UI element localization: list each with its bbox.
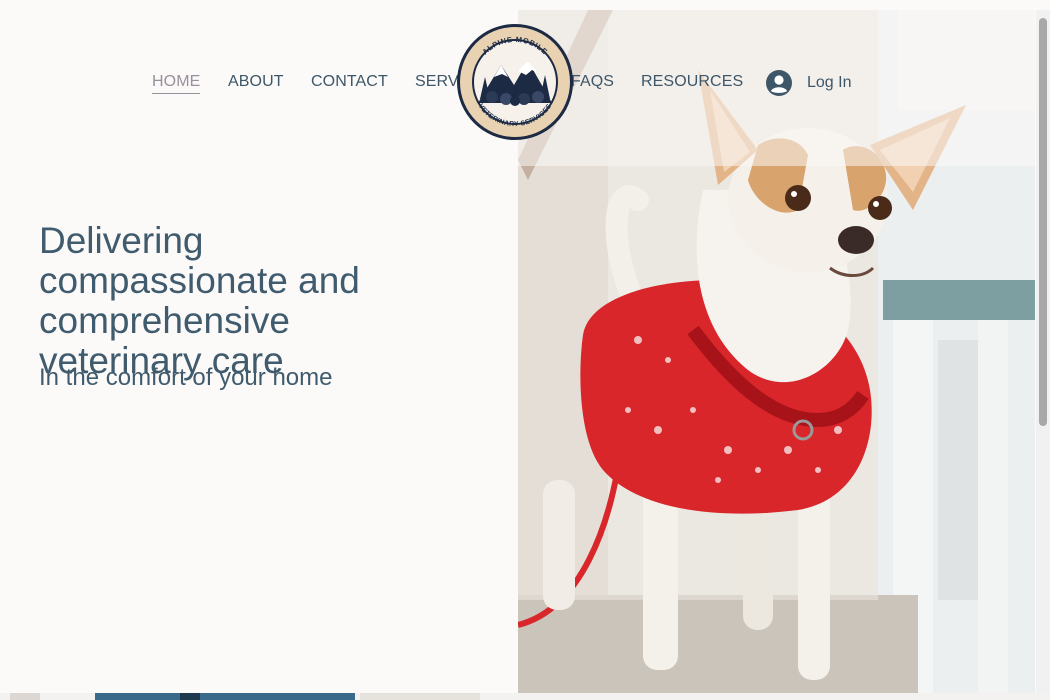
- hero-headline: Delivering compassionate and comprehensi…: [39, 220, 360, 381]
- scrollbar-thumb[interactable]: [1039, 18, 1047, 426]
- nav-faqs[interactable]: FAQS: [571, 73, 614, 91]
- login-button[interactable]: Log In: [766, 70, 851, 96]
- nav-about[interactable]: ABOUT: [228, 73, 284, 91]
- hero-subheadline: In the comfort of your home: [39, 364, 333, 391]
- alpine-mobile-logo[interactable]: ALPINE MOBILE VETERINARY SERVICES: [456, 23, 574, 141]
- next-section-preview: [0, 693, 1050, 700]
- nav-contact[interactable]: CONTACT: [311, 73, 388, 91]
- account-avatar-icon: [766, 70, 792, 96]
- nav-home[interactable]: HOME: [152, 73, 201, 94]
- page: HOME ABOUT CONTACT SERVICES FAQS RESOURC…: [0, 0, 1050, 700]
- login-label: Log In: [807, 74, 852, 91]
- nav-resources[interactable]: RESOURCES: [641, 73, 743, 91]
